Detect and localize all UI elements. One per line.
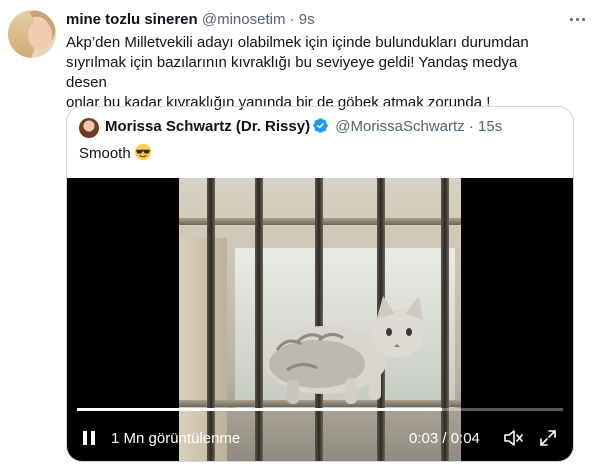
video-progress-fill — [77, 408, 442, 411]
quoted-tweet[interactable]: Morissa Schwartz (Dr. Rissy) @MorissaSch… — [66, 106, 574, 462]
tweet-text: Akp’den Milletvekili adayı olabilmek içi… — [66, 33, 546, 113]
video-timer: 0:03 / 0:04 — [409, 430, 480, 447]
tweet-text-line: Akp’den Milletvekili adayı olabilmek içi… — [66, 34, 529, 51]
video-frame — [179, 178, 461, 461]
quoted-text: Smooth — [79, 145, 131, 162]
tweet-text-line: sıyrılmak için bazılarının kıvraklığı bu… — [66, 54, 518, 91]
pause-icon[interactable] — [81, 430, 97, 446]
author-name[interactable]: mine tozlu sineren — [66, 11, 198, 28]
tweet-time[interactable]: 9s — [299, 11, 315, 28]
sunglasses-emoji — [134, 143, 152, 167]
mute-icon[interactable] — [503, 429, 523, 447]
video-player[interactable]: 1 Mn görüntülenme 0:03 / 0:04 — [67, 178, 573, 461]
video-progress-bar[interactable] — [77, 408, 563, 411]
separator-dot: · — [289, 11, 295, 28]
tweet[interactable]: mine tozlu sineren @minosetim · 9s Akp’d… — [0, 0, 597, 476]
view-count: 1 Mn görüntülenme — [111, 430, 241, 447]
quoted-tweet-time: 15s — [478, 118, 503, 135]
fullscreen-icon[interactable] — [539, 429, 557, 447]
verified-badge-icon — [313, 118, 328, 133]
more-horizontal-icon[interactable] — [566, 10, 588, 28]
author-handle[interactable]: @minosetim — [202, 11, 286, 28]
quoted-author-handle: @MorissaSchwartz — [335, 118, 465, 135]
quoted-author-avatar — [79, 118, 99, 138]
quoted-author-name: Morissa Schwartz (Dr. Rissy) — [105, 118, 311, 135]
video-controls: 1 Mn görüntülenme 0:03 / 0:04 — [67, 423, 573, 453]
quoted-tweet-header: Morissa Schwartz (Dr. Rissy) @MorissaSch… — [105, 117, 502, 137]
author-avatar[interactable] — [8, 10, 56, 58]
separator-dot: · — [468, 118, 474, 135]
cat-image — [263, 296, 423, 404]
quoted-tweet-text: Smooth — [79, 143, 152, 167]
tweet-header: mine tozlu sineren @minosetim · 9s — [66, 10, 315, 30]
